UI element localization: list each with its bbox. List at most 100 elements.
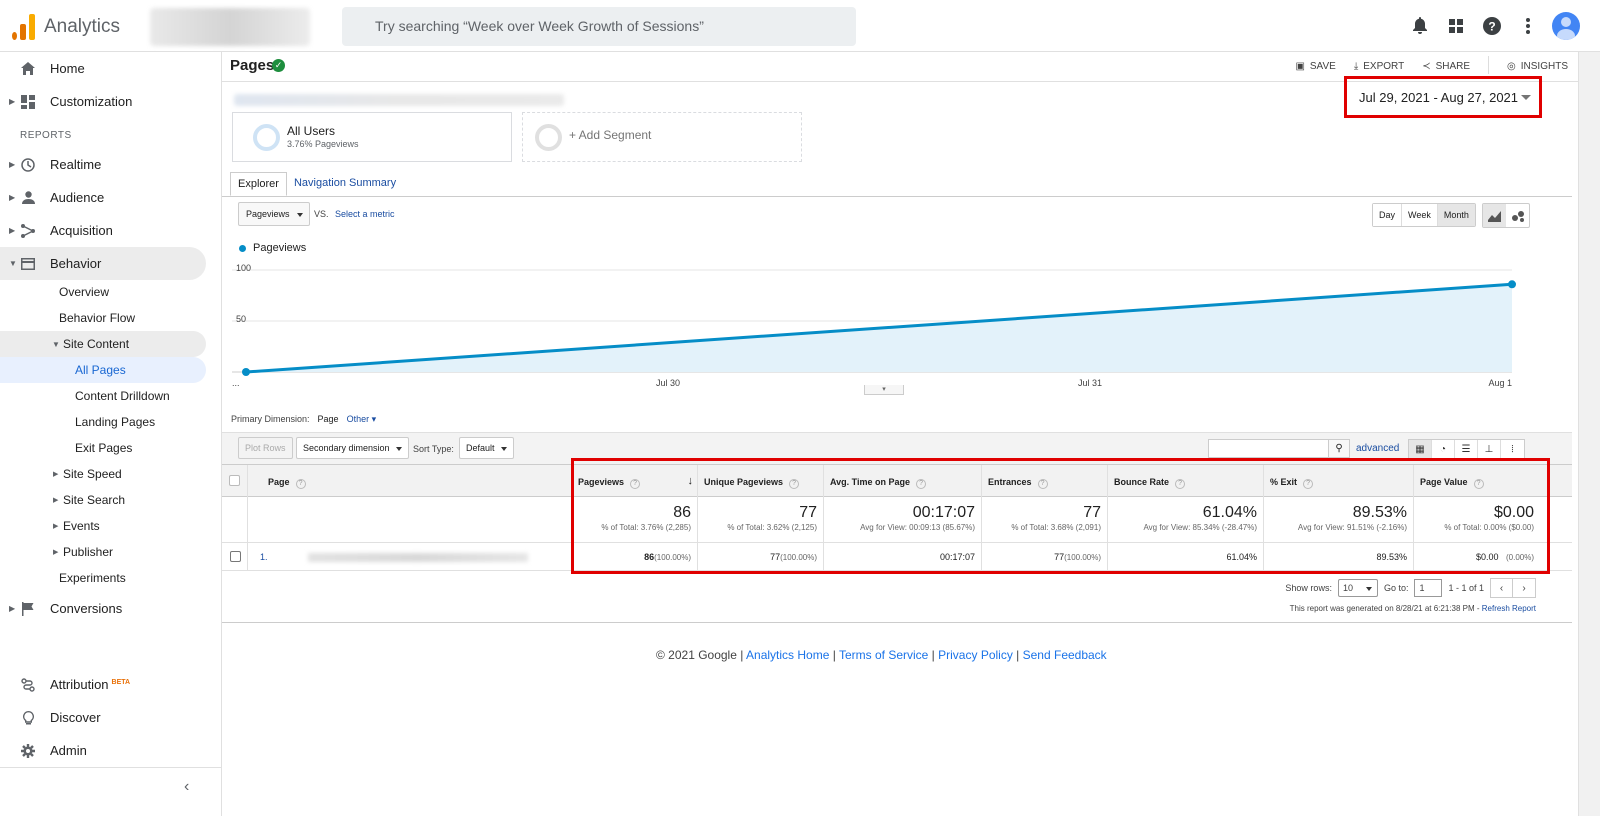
motion-chart-icon[interactable] <box>1506 204 1529 227</box>
sidebar-item-site-content[interactable]: ▼ Site Content <box>0 331 206 357</box>
sidebar-divider <box>0 767 222 768</box>
sidebar-item-overview[interactable]: Overview <box>0 279 206 305</box>
more-vert-icon[interactable] <box>1510 12 1546 40</box>
search-icon[interactable]: ⚲ <box>1328 439 1350 458</box>
next-page-button[interactable]: › <box>1513 579 1535 597</box>
avatar[interactable] <box>1552 12 1580 40</box>
chart-resize-handle[interactable]: ▾ <box>864 385 904 395</box>
totals-blank-cell <box>222 497 248 543</box>
goto-input[interactable]: 1 <box>1414 579 1443 597</box>
segment-ring-icon <box>253 124 280 151</box>
previous-page-button[interactable]: ‹ <box>1491 579 1513 597</box>
sidebar-item-all-pages[interactable]: All Pages <box>0 357 206 383</box>
line-chart-icon[interactable] <box>1483 204 1506 227</box>
advanced-filter-link[interactable]: advanced <box>1356 443 1399 454</box>
date-range-picker[interactable]: Jul 29, 2021 - Aug 27, 2021 <box>1344 76 1542 118</box>
sidebar-item-behavior-flow[interactable]: Behavior Flow <box>0 305 206 331</box>
help-icon[interactable]: ? <box>295 479 306 489</box>
divider <box>1488 56 1490 74</box>
sidebar-item-attribution[interactable]: Attribution BETA <box>0 668 206 701</box>
sidebar-item-discover[interactable]: Discover <box>0 701 206 734</box>
search-input[interactable]: Try searching “Week over Week Growth of … <box>342 7 856 46</box>
page-scrollbar[interactable] <box>1578 52 1600 816</box>
apps-grid-icon[interactable] <box>1438 12 1474 40</box>
share-button[interactable]: ≺ SHARE <box>1422 58 1470 74</box>
sidebar-item-home[interactable]: Home <box>0 52 206 85</box>
notifications-icon[interactable] <box>1402 12 1438 40</box>
expand-caret-icon: ▶ <box>9 604 16 613</box>
sidebar-item-realtime[interactable]: ▶ Realtime <box>0 148 206 181</box>
row-checkbox[interactable] <box>230 551 241 562</box>
sort-type-label: Sort Type: <box>413 444 454 454</box>
data-table-icon[interactable]: ▦ <box>1409 440 1432 458</box>
pie-chart-icon[interactable]: ◔ <box>1432 440 1455 458</box>
sidebar-item-label: Home <box>50 61 85 76</box>
expand-caret-icon: ▶ <box>9 160 16 169</box>
row-number: 1. <box>260 552 268 562</box>
granularity-month-button[interactable]: Month <box>1437 204 1475 226</box>
footer-link-feedback[interactable]: Send Feedback <box>1023 648 1107 662</box>
chart-legend: Pageviews <box>239 242 306 254</box>
row-page-link[interactable] <box>308 553 528 562</box>
analytics-logo-icon[interactable] <box>12 14 36 40</box>
select-metric-link[interactable]: Select a metric <box>335 209 395 219</box>
primary-dimension-other[interactable]: Other ▾ <box>347 414 377 425</box>
sidebar-item-experiments[interactable]: Experiments <box>0 565 206 591</box>
add-segment-button[interactable]: + Add Segment <box>522 112 802 162</box>
tab-navigation-summary[interactable]: Navigation Summary <box>287 172 403 196</box>
granularity-week-button[interactable]: Week <box>1402 204 1438 226</box>
acquisition-icon <box>20 223 36 239</box>
secondary-dimension-select[interactable]: Secondary dimension <box>296 437 409 459</box>
show-rows-select[interactable]: 10 <box>1337 579 1378 597</box>
sidebar-item-customization[interactable]: ▶ Customization <box>0 85 206 118</box>
sidebar-item-label: Discover <box>50 710 101 725</box>
footer-link-terms[interactable]: Terms of Service <box>839 648 928 662</box>
sidebar-item-acquisition[interactable]: ▶ Acquisition <box>0 214 206 247</box>
account-selector[interactable] <box>150 8 310 46</box>
performance-bars-icon[interactable]: ☰ <box>1455 440 1478 458</box>
tab-explorer[interactable]: Explorer <box>230 172 287 196</box>
plot-rows-button[interactable]: Plot Rows <box>238 437 293 459</box>
sidebar-item-audience[interactable]: ▶ Audience <box>0 181 206 214</box>
granularity-day-button[interactable]: Day <box>1373 204 1403 226</box>
primary-dimension-page[interactable]: Page <box>318 414 339 425</box>
footer-link-analytics-home[interactable]: Analytics Home <box>746 648 829 662</box>
sidebar-item-landing-pages[interactable]: Landing Pages <box>0 409 206 435</box>
beta-badge: BETA <box>111 678 131 686</box>
term-cloud-icon[interactable]: ⦙ <box>1501 440 1524 458</box>
refresh-report-link[interactable]: Refresh Report <box>1482 604 1536 613</box>
y-tick-label: 50 <box>236 314 246 324</box>
x-tick-label: Aug 1 <box>1488 378 1512 388</box>
comparison-icon[interactable]: ⊥ <box>1478 440 1501 458</box>
sidebar-item-publisher[interactable]: ▶ Publisher <box>0 539 206 565</box>
sidebar-item-exit-pages[interactable]: Exit Pages <box>0 435 206 461</box>
insights-button[interactable]: ◎ INSIGHTS <box>1507 58 1568 74</box>
sidebar-item-conversions[interactable]: ▶ Conversions <box>0 592 206 625</box>
column-header-page[interactable]: Page? <box>248 465 572 497</box>
sidebar-item-label: Attribution BETA <box>50 677 130 692</box>
column-header-label: Page <box>268 477 290 487</box>
segment-all-users[interactable]: All Users 3.76% Pageviews <box>232 112 512 162</box>
sidebar-item-behavior[interactable]: ▼ Behavior <box>0 247 206 280</box>
sidebar-item-admin[interactable]: Admin <box>0 734 206 767</box>
sidebar-item-site-speed[interactable]: ▶ Site Speed <box>0 461 206 487</box>
collapse-sidebar-icon[interactable]: ‹ <box>184 778 189 796</box>
chart-type-toggle <box>1482 203 1530 228</box>
table-filter-input[interactable] <box>1208 439 1330 458</box>
sidebar-item-events[interactable]: ▶ Events <box>0 513 206 539</box>
totals-blank-cell <box>248 497 572 543</box>
export-button[interactable]: ⤓ EXPORT <box>1354 58 1404 74</box>
metric-select[interactable]: Pageviews <box>238 202 310 226</box>
select-all-checkbox[interactable] <box>229 475 240 486</box>
top-bar: Analytics Try searching “Week over Week … <box>0 0 1600 52</box>
footer-link-privacy[interactable]: Privacy Policy <box>938 648 1013 662</box>
collapse-caret-icon: ▼ <box>52 339 60 349</box>
export-label: EXPORT <box>1363 60 1405 72</box>
sidebar-item-site-search[interactable]: ▶ Site Search <box>0 487 206 513</box>
save-button[interactable]: ▣ SAVE <box>1295 58 1335 74</box>
sort-type-select[interactable]: Default <box>459 437 514 459</box>
help-icon[interactable]: ? <box>1474 12 1510 40</box>
primary-dimension-label: Primary Dimension: <box>231 414 310 424</box>
behavior-icon <box>20 256 36 272</box>
sidebar-item-content-drilldown[interactable]: Content Drilldown <box>0 383 206 409</box>
